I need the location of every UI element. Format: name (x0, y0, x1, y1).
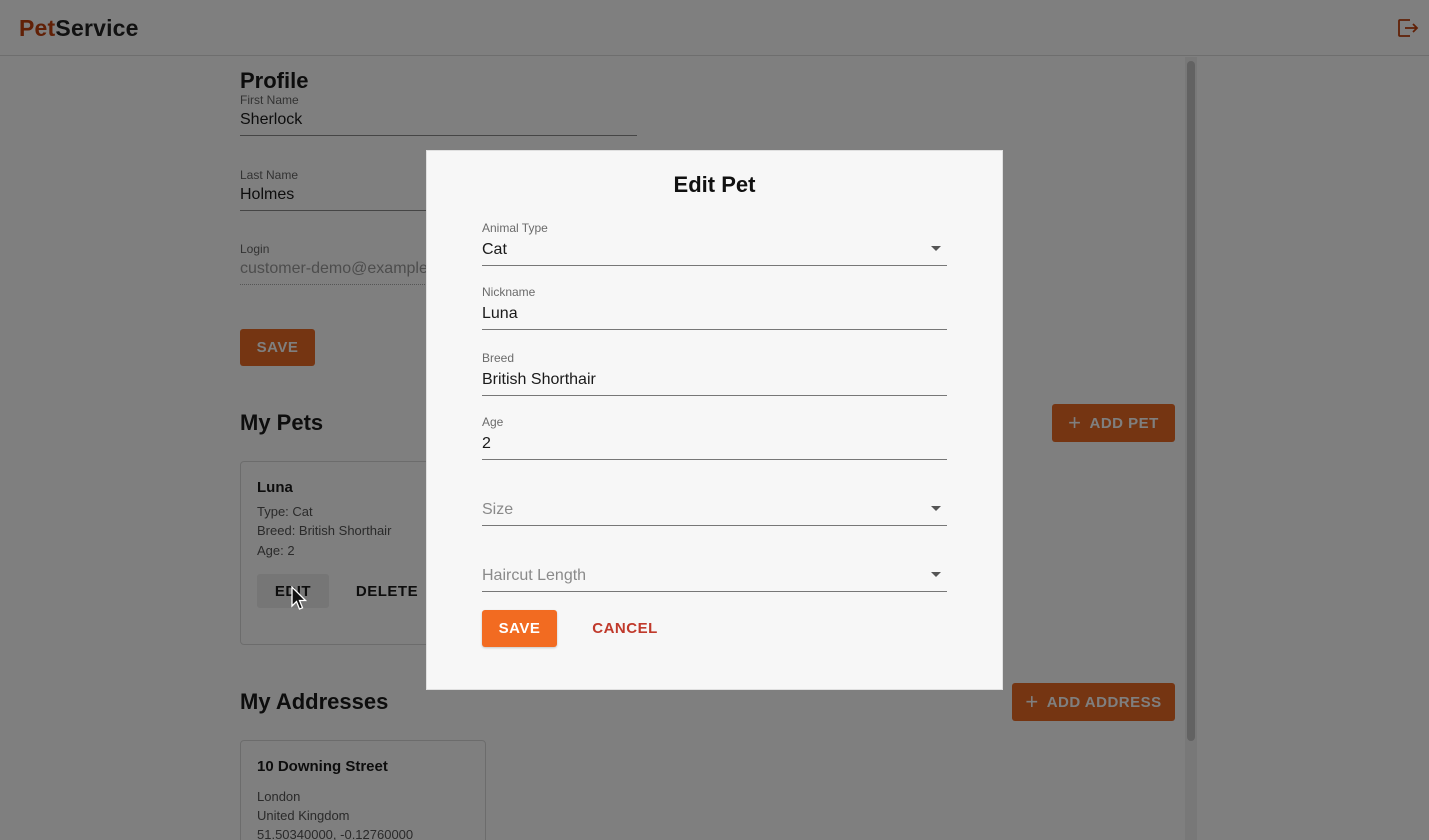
nickname-input[interactable]: Nickname Luna (482, 285, 947, 330)
size-placeholder: Size (482, 501, 514, 518)
chevron-down-icon[interactable] (931, 246, 941, 251)
animal-type-label: Animal Type (482, 221, 548, 235)
nickname-label: Nickname (482, 285, 536, 299)
breed-input[interactable]: Breed British Shorthair (482, 351, 947, 396)
haircut-length-select[interactable]: Haircut Length (482, 567, 947, 592)
dialog-save-button[interactable]: SAVE (482, 610, 557, 647)
animal-type-select[interactable]: Animal Type Cat (482, 221, 947, 266)
breed-value[interactable]: British Shorthair (482, 371, 947, 395)
age-input[interactable]: Age 2 (482, 415, 947, 460)
dialog-title: Edit Pet (673, 172, 756, 197)
mouse-cursor-icon (291, 586, 308, 610)
breed-label: Breed (482, 351, 515, 365)
haircut-length-placeholder: Haircut Length (482, 567, 587, 584)
dialog-cancel-button[interactable]: CANCEL (587, 610, 663, 647)
age-label: Age (482, 415, 504, 429)
nickname-value[interactable]: Luna (482, 305, 947, 329)
chevron-down-icon[interactable] (931, 572, 941, 577)
animal-type-value[interactable]: Cat (482, 241, 947, 265)
size-select[interactable]: Size (482, 501, 947, 526)
edit-pet-dialog: Edit Pet Animal Type Cat Nickname Luna B… (426, 150, 1003, 690)
chevron-down-icon[interactable] (931, 506, 941, 511)
age-value[interactable]: 2 (482, 435, 947, 459)
